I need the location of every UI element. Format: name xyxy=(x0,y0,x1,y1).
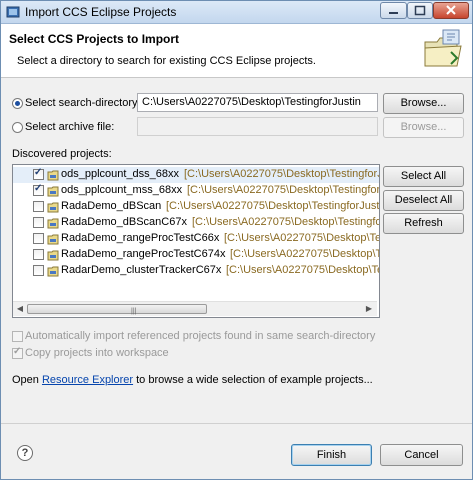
project-folder-icon xyxy=(47,250,59,261)
project-row[interactable]: RadaDemo_dBScanC67x [C:\Users\A0227075\De… xyxy=(13,215,379,231)
project-path: [C:\Users\A0227075\Desktop\Testingf xyxy=(224,232,379,244)
footer-separator xyxy=(1,423,472,424)
project-row[interactable]: RadaDemo_rangeProcTestC66x [C:\Users\A022… xyxy=(13,231,379,247)
search-directory-label: Select search-directory: xyxy=(25,97,141,109)
hint-suffix: to browse a wide selection of example pr… xyxy=(133,374,373,386)
close-icon xyxy=(446,5,456,15)
scroll-right-icon[interactable]: ▶ xyxy=(363,303,375,315)
resource-explorer-hint: Open Resource Explorer to browse a wide … xyxy=(12,374,373,386)
window-title: Import CCS Eclipse Projects xyxy=(25,5,177,19)
copy-projects-checkbox[interactable] xyxy=(12,346,23,359)
project-path: [C:\Users\A0227075\Desktop\TestingforJus… xyxy=(184,168,379,180)
project-path: [C:\Users\A0227075\Desktop\TestingforJus… xyxy=(192,216,379,228)
project-path: [C:\Users\A0227075\Desktop\TestingforJus… xyxy=(187,184,380,196)
project-path: [C:\Users\A0227075\Desktop\TestingforJus… xyxy=(166,200,380,212)
ccs-app-icon xyxy=(6,6,20,18)
project-checkbox[interactable] xyxy=(33,201,44,212)
project-checkbox[interactable] xyxy=(33,217,44,228)
select-all-button[interactable]: Select All xyxy=(383,166,464,187)
hint-prefix: Open xyxy=(12,374,42,386)
project-folder-icon xyxy=(47,234,59,245)
project-checkbox[interactable] xyxy=(33,183,44,196)
project-list[interactable]: ods_pplcount_dss_68xx [C:\Users\A0227075\… xyxy=(12,164,380,318)
project-folder-icon xyxy=(47,202,59,213)
resource-explorer-link[interactable]: Resource Explorer xyxy=(42,374,133,386)
maximize-icon xyxy=(414,5,426,16)
archive-file-radio[interactable] xyxy=(12,122,23,133)
close-button[interactable] xyxy=(433,2,469,19)
project-folder-icon xyxy=(47,266,59,277)
discovered-projects-label: Discovered projects: xyxy=(12,148,112,160)
project-name: RadaDemo_dBScan xyxy=(61,200,162,212)
browse-directory-button[interactable]: Browse... xyxy=(383,93,464,114)
project-checkbox[interactable] xyxy=(33,233,44,244)
title-bar[interactable]: Import CCS Eclipse Projects xyxy=(1,1,472,24)
import-dialog: Import CCS Eclipse Projects Select CCS P… xyxy=(0,0,473,480)
maximize-button[interactable] xyxy=(407,2,433,19)
copy-projects-label: Copy projects into workspace xyxy=(25,347,169,359)
project-folder-icon xyxy=(47,218,59,229)
help-icon[interactable]: ? xyxy=(17,445,33,461)
project-row[interactable]: RadarDemo_clusterTrackerC67x [C:\Users\A0… xyxy=(13,263,379,279)
refresh-button[interactable]: Refresh xyxy=(383,213,464,234)
project-checkbox[interactable] xyxy=(33,249,44,260)
project-folder-icon xyxy=(47,186,59,197)
auto-import-checkbox[interactable] xyxy=(12,331,23,342)
project-row[interactable]: ods_pplcount_mss_68xx [C:\Users\A0227075\… xyxy=(13,183,379,199)
project-checkbox[interactable] xyxy=(33,265,44,276)
search-directory-radio[interactable] xyxy=(12,98,23,109)
project-path: [C:\Users\A0227075\Desktop\Testingf xyxy=(226,264,379,276)
page-description: Select a directory to search for existin… xyxy=(17,55,316,67)
grip-icon: ||| xyxy=(131,308,137,315)
wizard-header: Select CCS Projects to Import Select a d… xyxy=(1,24,472,78)
auto-import-label: Automatically import referenced projects… xyxy=(25,330,376,342)
page-title: Select CCS Projects to Import xyxy=(9,32,180,46)
project-name: RadaDemo_rangeProcTestC66x xyxy=(61,232,220,244)
scroll-left-icon[interactable]: ◀ xyxy=(14,303,26,315)
project-path: [C:\Users\A0227075\Desktop\Testing xyxy=(230,248,379,260)
minimize-icon xyxy=(389,12,398,14)
project-row[interactable]: RadaDemo_rangeProcTestC674x [C:\Users\A02… xyxy=(13,247,379,263)
project-checkbox[interactable] xyxy=(33,167,44,180)
scroll-thumb[interactable]: ||| xyxy=(27,304,207,315)
project-name: ods_pplcount_mss_68xx xyxy=(61,184,183,196)
import-folder-icon xyxy=(424,29,462,67)
project-name: RadaDemo_rangeProcTestC674x xyxy=(61,248,226,260)
project-folder-icon xyxy=(47,170,59,181)
project-name: ods_pplcount_dss_68xx xyxy=(61,168,180,180)
project-row[interactable]: RadaDemo_dBScan [C:\Users\A0227075\Deskto… xyxy=(13,199,379,215)
cancel-button[interactable]: Cancel xyxy=(380,444,463,466)
finish-button[interactable]: Finish xyxy=(291,444,372,466)
project-name: RadarDemo_clusterTrackerC67x xyxy=(61,264,222,276)
browse-archive-button[interactable]: Browse... xyxy=(383,117,464,138)
project-row[interactable]: ods_pplcount_dss_68xx [C:\Users\A0227075\… xyxy=(13,167,379,183)
minimize-button[interactable] xyxy=(380,2,407,19)
archive-file-field[interactable] xyxy=(137,117,378,136)
archive-file-label: Select archive file: xyxy=(25,121,115,133)
project-list-hscrollbar[interactable]: ◀ ||| ▶ xyxy=(13,301,377,316)
deselect-all-button[interactable]: Deselect All xyxy=(383,190,464,211)
search-directory-field[interactable]: C:\Users\A0227075\Desktop\TestingforJust… xyxy=(137,93,378,112)
project-name: RadaDemo_dBScanC67x xyxy=(61,216,187,228)
